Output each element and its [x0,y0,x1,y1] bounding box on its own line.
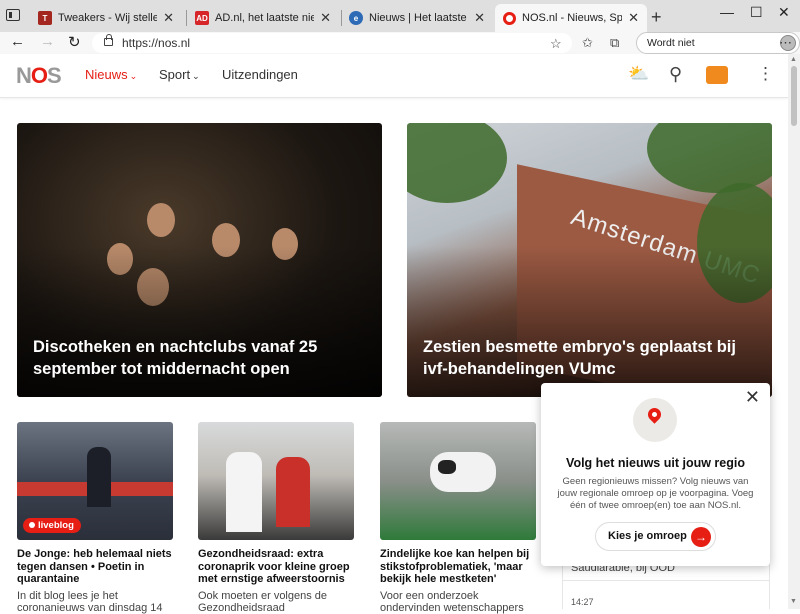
location-pin-icon [29,522,35,528]
tab-title: AD.nl, het laatste nieuws uit bin [215,12,315,24]
divider [563,580,769,581]
nav-label: Uitzendingen [222,67,298,82]
article-title[interactable]: Zindelijke koe kan helpen bij stikstofpr… [380,548,540,586]
photo-figure [87,447,111,507]
weather-icon[interactable]: ⛅ [628,64,649,84]
url-text[interactable]: https://nos.nl [122,36,190,50]
leaves [407,123,507,203]
article-title[interactable]: Gezondheidsraad: extra coronaprik voor k… [198,548,358,586]
tab-nieuws[interactable]: e Nieuws | Het laatste nieuws uit N ✕ [341,4,493,32]
article-image[interactable] [198,422,354,540]
close-tab-icon[interactable]: ✕ [320,10,331,26]
profile-sync-button[interactable]: Wordt niet gesynchroniseerd [636,32,800,69]
scroll-down-icon[interactable]: ▼ [790,598,797,605]
tab-bar: T Tweakers - Wij stellen technolog ✕ AD … [0,0,800,32]
logo-s: S [47,63,62,88]
back-arrow-icon[interactable]: ← [10,33,25,50]
article-image[interactable] [380,422,536,540]
nieuws-favicon-icon: e [349,11,363,25]
hero-article-embryos[interactable]: Amsterdam UMC Zestien besmette embryo's … [407,123,772,397]
nos-logo[interactable]: NOS [16,63,62,89]
ad-favicon-icon: AD [195,11,209,25]
popup-text: Geen regionieuws missen? Volg nieuws van… [557,476,754,511]
nav-sport[interactable]: Sport ⌄ [159,67,200,82]
article-desc: Voor een onderzoek ondervinden wetenscha… [380,590,524,614]
chevron-down-icon: ⌄ [192,71,200,81]
photo-figure [226,452,262,532]
favorite-star-icon[interactable]: ☆ [550,36,562,52]
maximize-icon[interactable]: ☐ [750,4,763,21]
minimize-icon[interactable]: — [720,4,734,20]
logo-n: N [16,63,32,88]
choose-broadcaster-button[interactable]: Kies je omroep → [595,522,716,551]
tab-actions-icon[interactable] [6,9,20,21]
map-icon [633,398,677,442]
hero-title[interactable]: Discotheken en nachtclubs vanaf 25 septe… [33,336,366,380]
close-tab-icon[interactable]: ✕ [163,10,174,26]
tab-tweakers[interactable]: T Tweakers - Wij stellen technolog ✕ [30,4,182,32]
logo-o: O [30,63,48,88]
nav-nieuws[interactable]: Nieuws ⌄ [85,67,137,82]
tab-title: NOS.nl - Nieuws, Sport en Evene [522,12,623,24]
button-label: Kies je omroep [608,530,687,542]
location-pin-icon [645,405,664,424]
badge-label: liveblog [38,520,74,531]
article-desc: Ook moeten er volgens de Gezondheidsraad [198,590,328,614]
tab-nos[interactable]: NOS.nl - Nieuws, Sport en Evene ✕ [495,4,647,32]
address-bar[interactable]: https://nos.nl ☆ [92,33,572,53]
collections-tab-icon[interactable]: ⧉ [610,35,619,51]
refresh-icon[interactable]: ↻ [68,33,81,51]
new-tab-icon[interactable]: + [651,7,662,28]
arrow-right-icon: → [691,527,711,547]
article-title[interactable]: De Jonge: heb helemaal niets tegen danse… [17,548,177,586]
region-popup: ✕ Volg het nieuws uit jouw regio Geen re… [541,383,770,566]
nav-label: Sport [159,67,191,82]
collections-icon[interactable]: ✩ [582,35,593,51]
forward-arrow-icon[interactable]: → [40,33,55,50]
close-icon[interactable]: ✕ [745,387,760,408]
hero-article-discotheken[interactable]: Discotheken en nachtclubs vanaf 25 septe… [17,123,382,397]
close-window-icon[interactable]: ✕ [778,4,790,21]
browser-menu-icon[interactable]: ⋯ [779,35,792,51]
close-tab-icon[interactable]: ✕ [474,10,485,26]
tab-title: Tweakers - Wij stellen technolog [58,12,158,24]
chevron-down-icon: ⌄ [129,71,138,81]
search-icon[interactable]: ⚲ [669,64,682,85]
leaves [647,123,772,193]
scroll-up-icon[interactable]: ▲ [790,56,797,63]
lock-icon[interactable] [104,34,113,46]
close-tab-icon[interactable]: ✕ [628,10,639,26]
cow-figure [430,452,496,492]
photo-figure [147,203,175,237]
popup-title: Volg het nieuws uit jouw regio [566,456,745,470]
article-desc: In dit blog lees je het coronanieuws van… [17,590,163,614]
article-image[interactable]: liveblog [17,422,173,540]
tab-title: Nieuws | Het laatste nieuws uit N [369,12,468,24]
more-menu-icon[interactable]: ⋮ [757,64,774,84]
latest-news-time: 14:27 [571,597,594,607]
photo-figure [276,457,310,527]
tab-ad[interactable]: AD AD.nl, het laatste nieuws uit bin ✕ [187,4,339,32]
liveblog-badge: liveblog [23,518,81,533]
tweakers-favicon-icon: T [38,11,52,25]
nav-label: Nieuws [85,67,128,82]
site-header: NOS Nieuws ⌄ Sport ⌄ Uitzendingen ⛅ ⚲ ⋮ [0,54,788,98]
nos-favicon-icon [503,11,516,25]
hero-title[interactable]: Zestien besmette embryo's geplaatst bij … [423,336,756,380]
nav-uitzendingen[interactable]: Uitzendingen [222,67,298,82]
npo-icon[interactable] [706,66,728,84]
toolbar: ← → ↻ https://nos.nl ☆ ✩ ⧉ Wordt niet ge… [0,32,800,69]
scrollbar-thumb[interactable] [791,66,797,126]
scrollbar[interactable]: ▲ ▼ [788,54,800,609]
